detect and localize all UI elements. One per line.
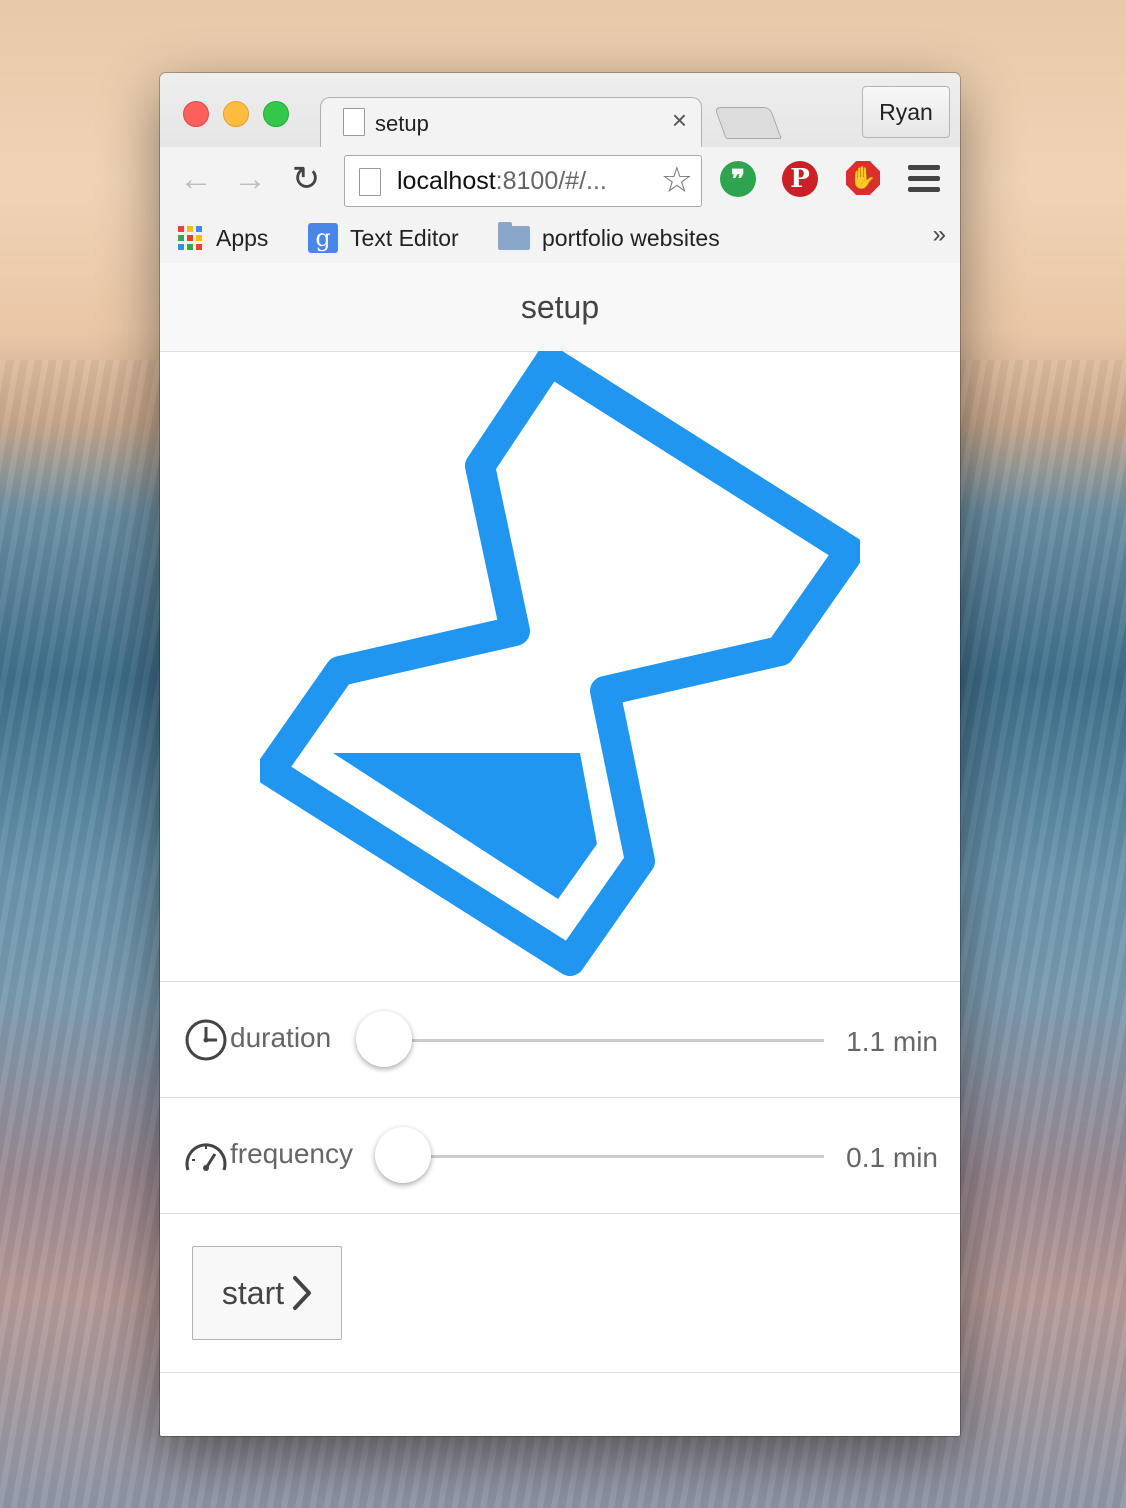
bookmark-text-editor[interactable]: g Text Editor xyxy=(308,222,459,254)
app-content: setup duration 1.1 min frequency 0.1 min… xyxy=(160,263,960,1436)
reload-icon[interactable]: ↻ xyxy=(288,161,324,197)
bookmark-apps[interactable]: Apps xyxy=(178,222,268,254)
bookmark-label: Text Editor xyxy=(350,224,459,251)
bookmark-label: portfolio websites xyxy=(542,224,720,251)
duration-slider-thumb[interactable] xyxy=(356,1011,412,1067)
bookmark-star-icon[interactable]: ☆ xyxy=(661,162,693,198)
folder-icon xyxy=(498,222,530,250)
bookmark-label: Apps xyxy=(216,224,269,251)
browser-chrome: setup × Ryan ← → ↻ localhost:8100/#/... … xyxy=(160,73,960,264)
start-button[interactable]: start xyxy=(192,1246,342,1340)
tab-setup[interactable]: setup × xyxy=(320,97,702,148)
start-button-label: start xyxy=(221,1274,285,1311)
page-title: setup xyxy=(520,288,600,325)
hourglass-illustration xyxy=(160,351,960,982)
pinterest-icon[interactable]: P xyxy=(782,161,818,197)
new-tab-button[interactable] xyxy=(714,107,782,139)
url-text: localhost:8100/#/... xyxy=(397,167,607,196)
frequency-value: 0.1 min xyxy=(846,1142,938,1173)
hamburger-menu-icon[interactable] xyxy=(908,165,940,195)
address-bar[interactable]: localhost:8100/#/... ☆ xyxy=(344,155,702,207)
back-arrow-icon[interactable]: ← xyxy=(178,161,214,197)
page-icon xyxy=(359,168,381,196)
tab-close-icon[interactable]: × xyxy=(672,107,687,133)
tab-strip: setup × Ryan xyxy=(160,73,960,148)
chevron-right-icon xyxy=(293,1276,312,1310)
bookmarks-overflow-chevron[interactable]: » xyxy=(933,221,946,249)
google-g-icon: g xyxy=(308,223,338,253)
minimize-window-button[interactable] xyxy=(223,101,249,127)
duration-label: duration xyxy=(230,1022,332,1053)
zoom-window-button[interactable] xyxy=(263,101,289,127)
url-host: localhost xyxy=(397,167,496,195)
hourglass-icon xyxy=(260,351,860,976)
frequency-label: frequency xyxy=(230,1138,353,1169)
frequency-slider-thumb[interactable] xyxy=(375,1127,431,1183)
bookmarks-bar: Apps g Text Editor portfolio websites » xyxy=(160,213,960,263)
bookmark-portfolio-websites[interactable]: portfolio websites xyxy=(498,222,720,254)
browser-window: setup × Ryan ← → ↻ localhost:8100/#/... … xyxy=(160,73,960,1436)
url-path: :8100/#/... xyxy=(495,167,607,195)
forward-arrow-icon[interactable]: → xyxy=(232,161,268,197)
apps-grid-icon xyxy=(178,226,202,250)
browser-toolbar: ← → ↻ localhost:8100/#/... ☆ ❞ P ✋ xyxy=(160,147,960,213)
frequency-slider-track[interactable] xyxy=(404,1155,824,1158)
duration-row: duration 1.1 min xyxy=(160,982,960,1098)
clock-icon xyxy=(185,1019,227,1061)
page-icon xyxy=(343,108,365,136)
close-window-button[interactable] xyxy=(183,101,209,127)
duration-value: 1.1 min xyxy=(846,1026,938,1057)
adblock-stop-icon[interactable]: ✋ xyxy=(846,161,880,195)
profile-button[interactable]: Ryan xyxy=(862,86,950,138)
duration-slider-track[interactable] xyxy=(384,1039,824,1042)
speedometer-icon xyxy=(185,1143,227,1171)
tab-title: setup xyxy=(375,111,429,136)
start-row: start xyxy=(160,1214,960,1373)
hangouts-icon[interactable]: ❞ xyxy=(720,161,756,197)
app-header: setup xyxy=(160,263,960,352)
frequency-row: frequency 0.1 min xyxy=(160,1098,960,1214)
